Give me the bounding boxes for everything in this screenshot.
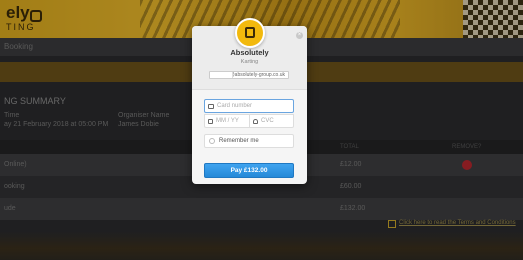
merchant-name: Absolutely xyxy=(230,48,269,57)
remember-me-label: Remember me xyxy=(219,138,259,144)
pay-button[interactable]: Pay £132.00 xyxy=(204,163,294,178)
cvc-field[interactable]: CVC xyxy=(249,114,294,128)
remember-me-toggle[interactable]: Remember me xyxy=(204,134,294,148)
expiry-placeholder: MM / YY xyxy=(216,118,239,124)
merchant-subtitle: Karting xyxy=(240,59,259,65)
merchant-logo-icon xyxy=(245,27,255,38)
card-number-field[interactable]: Card number xyxy=(204,99,294,113)
credit-card-icon xyxy=(208,104,214,109)
checkout-modal: × Absolutely Karting @absolutely-group.c… xyxy=(192,18,307,184)
close-icon[interactable]: × xyxy=(296,32,303,39)
merchant-badge xyxy=(235,18,265,48)
remember-me-checkbox[interactable] xyxy=(209,138,215,144)
calendar-icon xyxy=(208,119,213,124)
lock-icon xyxy=(253,119,258,124)
card-number-placeholder: Card number xyxy=(217,103,253,109)
customer-email[interactable]: @absolutely-group.co.uk xyxy=(209,71,289,79)
cvc-placeholder: CVC xyxy=(261,118,274,124)
expiry-field[interactable]: MM / YY xyxy=(204,114,249,128)
